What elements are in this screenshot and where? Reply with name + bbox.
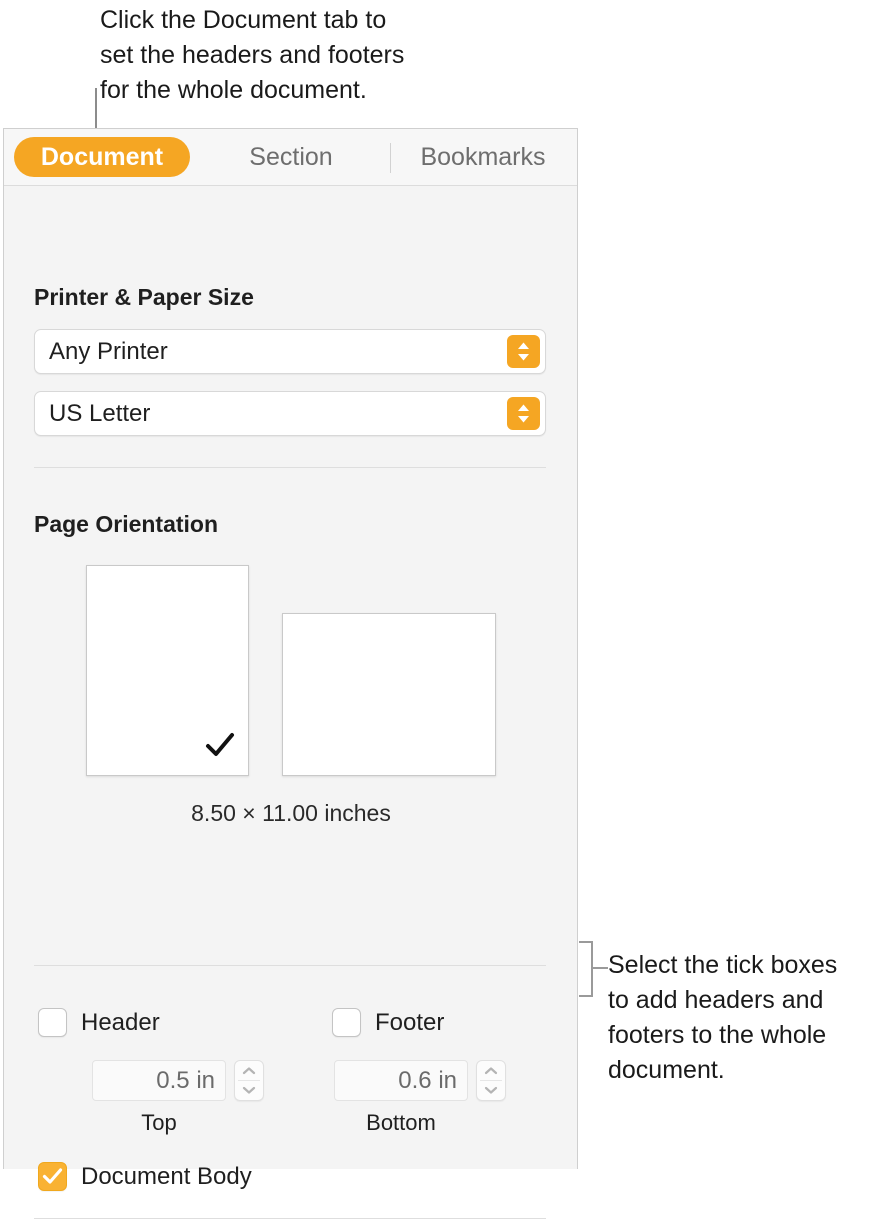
bottom-margin-input[interactable]: 0.6 in (334, 1060, 468, 1101)
stepper-up-icon[interactable] (235, 1061, 263, 1081)
callout-text-tick-boxes: Select the tick boxes to add headers and… (608, 951, 838, 1084)
printer-popup-value: Any Printer (49, 338, 168, 365)
paper-size-popup-value: US Letter (49, 400, 151, 427)
callout-text-document-tab: Click the Document tab to set the header… (100, 6, 405, 104)
page-dimensions-label: 8.50 × 11.00 inches (191, 800, 391, 826)
bottom-margin-stepper[interactable] (476, 1060, 506, 1101)
footer-checkbox-label: Footer (375, 1009, 445, 1036)
section-title-printer-paper-size: Printer & Paper Size (34, 284, 254, 310)
document-inspector-panel: Document Section Bookmarks Printer & Pap… (3, 128, 578, 1219)
callout-bracket-right (579, 941, 593, 997)
top-margin-caption: Top (141, 1110, 177, 1135)
stepper-up-icon[interactable] (477, 1061, 505, 1081)
section-divider (34, 965, 546, 966)
inspector-tab-bar: Document Section Bookmarks (4, 129, 577, 186)
tab-bookmarks[interactable]: Bookmarks (402, 137, 564, 177)
bottom-margin-caption: Bottom (366, 1110, 436, 1135)
document-body-checkbox-label: Document Body (81, 1163, 252, 1190)
section-divider (34, 467, 546, 468)
top-margin-input[interactable]: 0.5 in (92, 1060, 226, 1101)
printer-popup-button[interactable]: Any Printer (34, 329, 546, 374)
top-margin-stepper[interactable] (234, 1060, 264, 1101)
orientation-option-portrait[interactable] (86, 565, 249, 776)
section-title-page-orientation: Page Orientation (34, 511, 219, 537)
tab-separator (390, 143, 391, 173)
orientation-option-landscape[interactable] (282, 613, 496, 776)
inspector-panel-body: Printer & Paper Size Any Printer US Lett… (4, 186, 577, 1219)
header-checkbox[interactable] (38, 1008, 67, 1037)
callout-bracket-stem-right (593, 967, 608, 969)
chevron-up-down-icon[interactable] (507, 335, 540, 368)
chevron-up-down-icon[interactable] (507, 397, 540, 430)
header-checkbox-label: Header (81, 1009, 160, 1036)
stepper-down-icon[interactable] (477, 1081, 505, 1101)
tab-document[interactable]: Document (14, 137, 190, 177)
paper-size-popup-button[interactable]: US Letter (34, 391, 546, 436)
checkmark-icon (205, 731, 235, 761)
tab-section[interactable]: Section (209, 137, 373, 177)
footer-checkbox[interactable] (332, 1008, 361, 1037)
document-body-checkbox[interactable] (38, 1162, 67, 1191)
stepper-down-icon[interactable] (235, 1081, 263, 1101)
